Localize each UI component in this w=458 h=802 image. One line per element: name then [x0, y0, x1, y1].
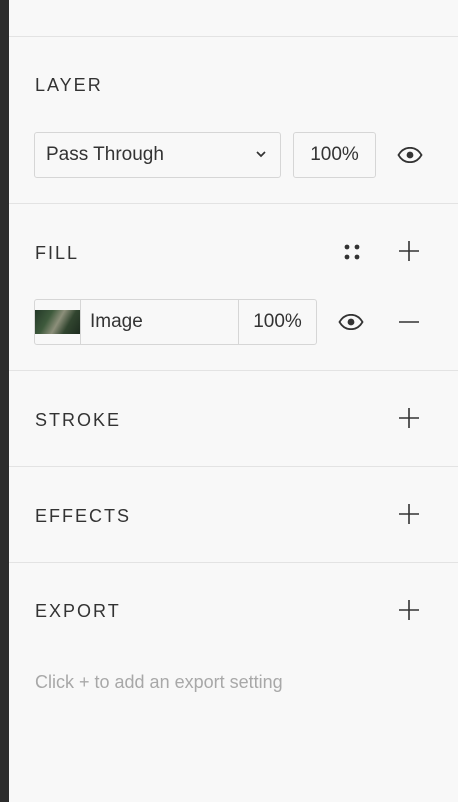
divider: [9, 370, 458, 371]
export-section-title: EXPORT: [35, 601, 121, 621]
canvas-edge: [0, 0, 9, 802]
thumbnail-image: [35, 310, 80, 334]
export-hint-text: Click + to add an export setting: [35, 672, 283, 692]
chevron-down-icon: [254, 146, 268, 168]
properties-panel: LAYER Pass Through 100% FILL Image 100% …: [9, 0, 458, 802]
layer-opacity-input[interactable]: 100%: [293, 132, 376, 178]
dots-grid-icon[interactable]: [338, 238, 366, 266]
fill-section-title: FILL: [35, 243, 80, 263]
add-stroke-plus-icon[interactable]: [395, 404, 423, 432]
add-fill-plus-icon[interactable]: [395, 237, 423, 265]
fill-opacity-input[interactable]: 100%: [239, 300, 316, 344]
divider: [9, 562, 458, 563]
divider: [9, 36, 458, 37]
stroke-section-title: STROKE: [35, 410, 122, 430]
blend-mode-value: Pass Through: [46, 144, 164, 165]
fill-visibility-eye-icon[interactable]: [337, 308, 365, 336]
add-export-plus-icon[interactable]: [395, 596, 423, 624]
image-fill-thumbnail[interactable]: [35, 300, 81, 344]
divider: [9, 203, 458, 204]
layer-opacity-value: 100%: [310, 144, 359, 165]
divider: [9, 466, 458, 467]
fill-item-row[interactable]: Image 100%: [34, 299, 317, 345]
layer-visibility-eye-icon[interactable]: [396, 141, 424, 169]
add-effect-plus-icon[interactable]: [395, 500, 423, 528]
blend-mode-select[interactable]: Pass Through: [34, 132, 281, 178]
fill-type-label[interactable]: Image: [81, 300, 239, 344]
design-panel-page: LAYER Pass Through 100% FILL Image 100% …: [0, 0, 458, 802]
layer-section-title: LAYER: [35, 75, 103, 95]
effects-section-title: EFFECTS: [35, 506, 132, 526]
remove-fill-minus-icon[interactable]: [395, 308, 423, 336]
